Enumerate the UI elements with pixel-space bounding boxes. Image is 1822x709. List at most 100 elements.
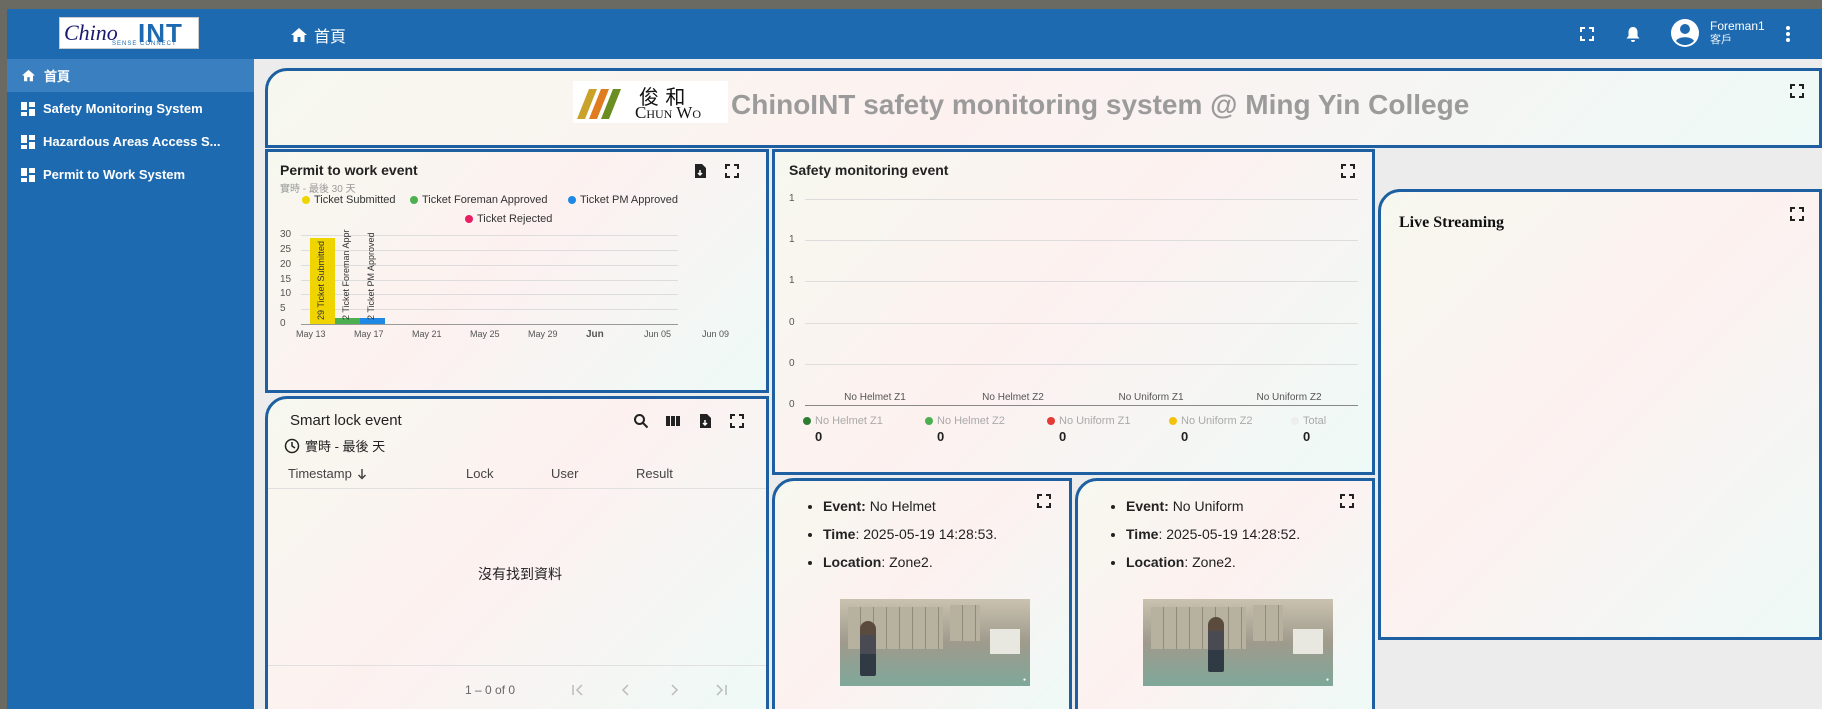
camera-snapshot[interactable]: ● <box>1143 599 1333 686</box>
x-tick-label: May 29 <box>528 329 558 339</box>
y-tick-label: 1 <box>789 193 795 204</box>
export-icon[interactable] <box>697 413 713 429</box>
dashboard-icon <box>21 167 35 182</box>
event-type: Event: No Uniform <box>1126 497 1308 515</box>
y-tick-label: 0 <box>280 318 286 329</box>
smart-lock-title: Smart lock event <box>290 412 402 429</box>
app: Chino INT SENSE CONNECT 首頁 Foreman1 客戶 首… <box>7 9 1822 709</box>
gridline <box>301 235 678 236</box>
bar-data-label: 2 Ticket PM Approved <box>366 232 376 320</box>
arrow-down-icon <box>357 468 366 480</box>
columns-icon[interactable] <box>665 413 681 429</box>
event-location: Location: Zone2. <box>823 553 1005 571</box>
sidebar-item-label: Permit to Work System <box>43 167 186 182</box>
sidebar-item-safety-monitoring[interactable]: Safety Monitoring System <box>7 92 254 125</box>
chun-wo-logo: 俊 和 Chun Wo <box>573 81 728 123</box>
column-header-user[interactable]: User <box>551 466 578 481</box>
y-tick-label: 0 <box>789 357 795 369</box>
expand-icon[interactable] <box>1789 83 1805 99</box>
gridline <box>805 281 1358 283</box>
legend-item[interactable]: No Uniform Z2 0 <box>1169 415 1253 444</box>
logo-script: Chino <box>64 20 118 45</box>
camera-snapshot[interactable]: ● <box>840 599 1030 686</box>
legend-value: 0 <box>1181 429 1189 444</box>
legend-value: 0 <box>815 429 823 444</box>
gridline <box>805 322 1358 324</box>
category-label: No Helmet Z1 <box>844 392 906 403</box>
next-page-icon[interactable] <box>669 684 679 696</box>
banner-card: 俊 和 Chun Wo ChinoINT safety monitoring s… <box>265 68 1822 148</box>
user-info[interactable]: Foreman1 客戶 <box>1710 19 1765 47</box>
legend-dot <box>1047 417 1055 425</box>
sidebar-item-label: Safety Monitoring System <box>43 101 203 116</box>
sidebar: 首頁 Safety Monitoring System Hazardous Ar… <box>7 59 254 709</box>
last-page-icon[interactable] <box>714 684 728 696</box>
gridline <box>301 264 678 266</box>
empty-message: 沒有找到資料 <box>478 566 562 582</box>
home-icon <box>291 28 307 42</box>
legend-item[interactable]: No Uniform Z1 0 <box>1047 415 1131 444</box>
y-tick-label: 30 <box>280 229 292 240</box>
permit-card: Permit to work event 實時 - 最後 30 天 Ticket… <box>265 149 769 393</box>
fullscreen-icon[interactable] <box>1576 23 1598 45</box>
event-location: Location: Zone2. <box>1126 553 1308 571</box>
time-range[interactable]: 實時 - 最後 天 <box>284 436 385 455</box>
legend-item[interactable]: No Helmet Z1 0 <box>803 415 883 444</box>
user-avatar-icon[interactable] <box>1669 17 1701 49</box>
gridline <box>301 309 678 311</box>
legend-label: No Uniform Z2 <box>1181 415 1253 427</box>
x-tick-label: May 25 <box>470 329 500 339</box>
user-name: Foreman1 <box>1710 19 1765 33</box>
bar-data-label: 2 Ticket Foreman Appr <box>341 229 351 320</box>
legend-label: No Helmet Z1 <box>815 415 883 427</box>
expand-icon[interactable] <box>729 413 745 429</box>
column-header-result[interactable]: Result <box>636 466 673 481</box>
y-tick-label: 20 <box>280 258 292 270</box>
y-tick-label: 0 <box>789 399 795 410</box>
category-label: No Uniform Z1 <box>1118 392 1184 403</box>
legend-item[interactable]: Total 0 <box>1291 415 1326 444</box>
legend-value: 0 <box>1059 429 1067 444</box>
expand-icon[interactable] <box>1339 493 1355 509</box>
x-tick-label: Jun 09 <box>702 329 730 339</box>
more-menu-icon[interactable] <box>1777 23 1799 45</box>
bar-data-label: 29 Ticket Submitted <box>316 240 326 320</box>
first-page-icon[interactable] <box>571 684 585 696</box>
y-tick-label: 10 <box>280 288 292 300</box>
prev-page-icon[interactable] <box>621 684 631 696</box>
dashboard-icon <box>21 134 35 149</box>
legend-item[interactable]: No Helmet Z2 0 <box>925 415 1005 444</box>
safety-card: Safety monitoring event 1 1 1 0 0 0 No Helmet … <box>772 149 1375 475</box>
gridline <box>805 405 1358 406</box>
sidebar-item-permit-to-work[interactable]: Permit to Work System <box>7 158 254 191</box>
legend-dot <box>925 417 933 425</box>
legend-label: No Uniform Z1 <box>1059 415 1131 427</box>
bell-icon[interactable] <box>1622 23 1644 45</box>
clock-icon <box>284 438 300 453</box>
home-icon <box>22 69 35 82</box>
gridline <box>805 199 1358 200</box>
gridline <box>805 363 1358 365</box>
sidebar-item-hazardous-areas[interactable]: Hazardous Areas Access S... <box>7 125 254 158</box>
logo[interactable]: Chino INT SENSE CONNECT <box>59 17 199 49</box>
expand-icon[interactable] <box>1036 493 1052 509</box>
permit-plot: 30 25 20 15 10 5 0 May 13 May 17 May 21 May 25 May … <box>268 152 766 390</box>
live-streaming-card: Live Streaming <box>1378 189 1822 640</box>
gridline <box>301 279 678 281</box>
safety-plot: 1 1 1 0 0 0 No Helmet Z1 No Helmet Z2 No Uniform… <box>775 152 1372 472</box>
expand-icon[interactable] <box>1789 206 1805 222</box>
y-tick-label: 25 <box>280 243 292 255</box>
legend-value: 0 <box>937 429 945 444</box>
breadcrumb[interactable]: 首頁 <box>290 23 346 47</box>
y-tick-label: 5 <box>280 303 286 315</box>
column-header-timestamp[interactable]: Timestamp <box>288 466 367 481</box>
y-tick-label: 1 <box>789 275 795 287</box>
x-tick-label: Jun 05 <box>644 329 672 339</box>
search-icon[interactable] <box>633 413 649 429</box>
user-role: 客戶 <box>1710 34 1732 46</box>
sidebar-item-home[interactable]: 首頁 <box>7 59 254 92</box>
pagination-range: 1 – 0 of 0 <box>465 683 516 697</box>
column-header-lock[interactable]: Lock <box>466 466 493 481</box>
event-card-no-helmet: Event: No Helmet Time: 2025-05-19 14:28:… <box>772 478 1072 709</box>
category-label: No Helmet Z2 <box>982 392 1044 403</box>
